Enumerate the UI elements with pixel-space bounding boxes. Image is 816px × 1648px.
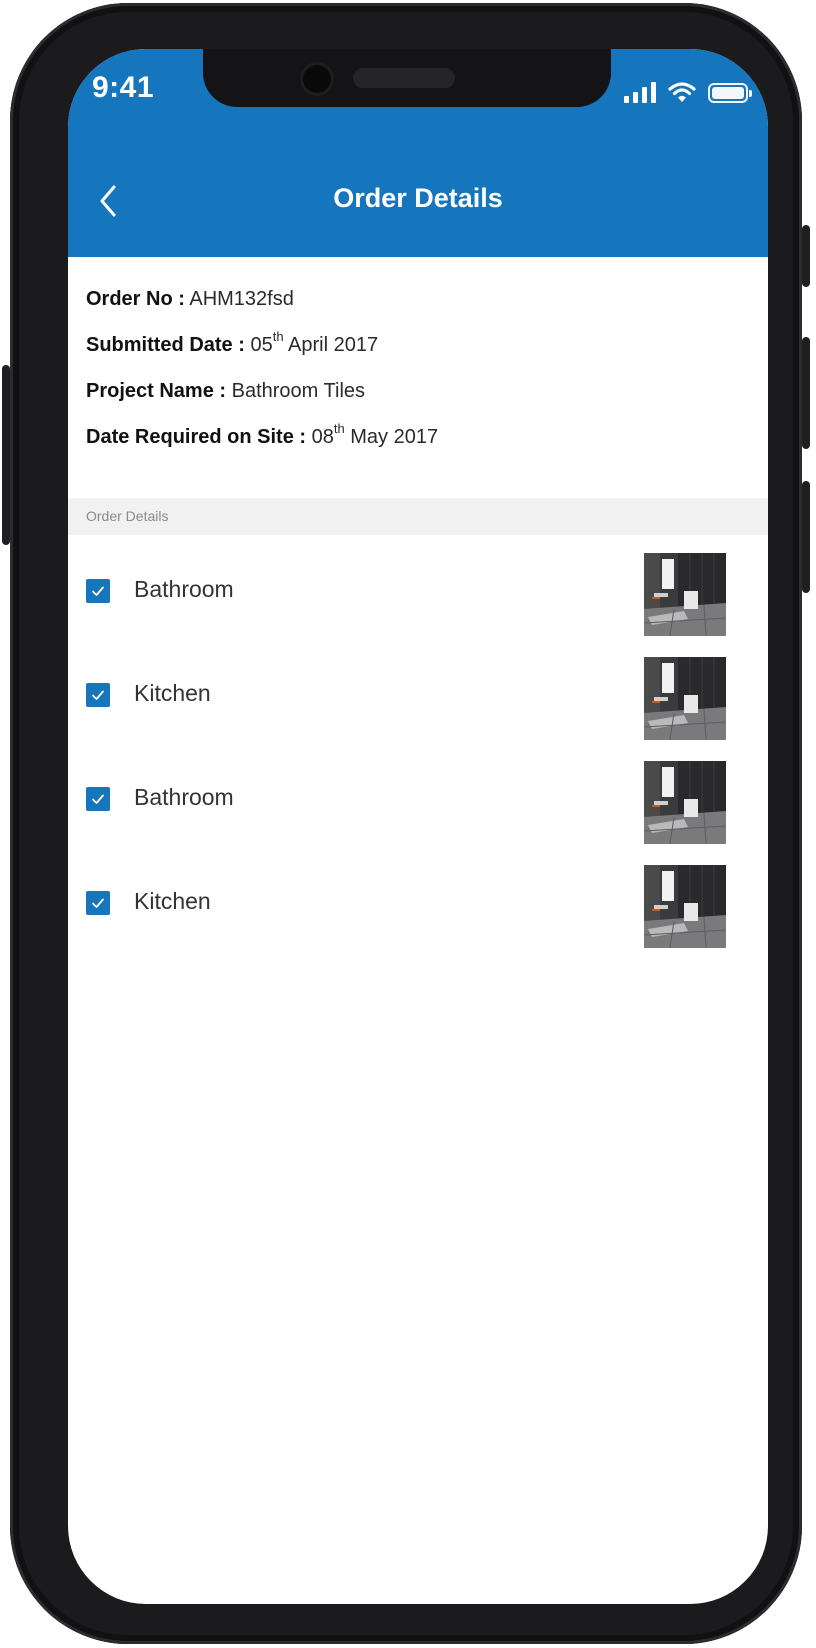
item-checkbox[interactable]	[86, 891, 110, 915]
required-date-value: 08th May 2017	[311, 421, 439, 448]
bathroom-photo-icon	[644, 553, 726, 636]
notch	[203, 49, 611, 107]
item-thumbnail[interactable]	[644, 657, 726, 740]
item-checkbox[interactable]	[86, 787, 110, 811]
required-date-label: Date Required on Site :	[86, 426, 307, 448]
item-thumbnail[interactable]	[644, 761, 726, 844]
checkmark-icon	[92, 898, 104, 908]
checkmark-icon	[92, 586, 104, 596]
item-checkbox[interactable]	[86, 579, 110, 603]
checkmark-icon	[92, 794, 104, 804]
order-items-list: Bathroom Kitchen Bathroom Kitchen	[68, 553, 768, 969]
section-header: Order Details	[68, 498, 768, 535]
list-item[interactable]: Kitchen	[68, 657, 768, 761]
order-number-label: Order No :	[86, 288, 185, 310]
required-date-row: Date Required on Site : 08th May 2017	[86, 421, 439, 469]
phone-side-button	[802, 225, 810, 287]
phone-side-button	[2, 365, 10, 545]
item-thumbnail[interactable]	[644, 553, 726, 636]
app-header: 9:41 Order Details	[68, 49, 768, 257]
item-checkbox[interactable]	[86, 683, 110, 707]
submitted-date-value: 05th April 2017	[250, 329, 379, 356]
front-camera	[300, 62, 334, 96]
phone-frame: 9:41 Order Details Order No: AHM132fsd …	[2, 3, 810, 1644]
project-name-value: Bathroom Tiles	[231, 380, 366, 402]
order-info: Order No : AHM132fsd Submitted Date : 05…	[86, 285, 438, 469]
order-number-value: AHM132fsd	[189, 288, 294, 310]
phone-side-button	[802, 337, 810, 449]
list-item[interactable]: Bathroom	[68, 761, 768, 865]
status-time: 9:41	[92, 71, 155, 104]
list-item[interactable]: Bathroom	[68, 553, 768, 657]
submitted-date-label: Submitted Date :	[86, 334, 245, 356]
project-name-row: Project Name : Bathroom Tiles	[86, 377, 438, 423]
phone-side-button	[802, 481, 810, 593]
status-icons	[624, 77, 752, 103]
earpiece-speaker	[353, 68, 455, 88]
item-label: Bathroom	[134, 784, 234, 810]
bathroom-photo-icon	[644, 761, 726, 844]
battery-icon	[708, 83, 752, 103]
page-title: Order Details	[333, 183, 503, 213]
list-item[interactable]: Kitchen	[68, 865, 768, 969]
section-title: Order Details	[86, 508, 169, 524]
item-label: Bathroom	[134, 576, 234, 602]
project-name-label: Project Name :	[86, 380, 227, 402]
checkmark-icon	[92, 690, 104, 700]
bathroom-photo-icon	[644, 865, 726, 948]
bathroom-photo-icon	[644, 657, 726, 740]
item-label: Kitchen	[134, 888, 211, 914]
item-label: Kitchen	[134, 680, 211, 706]
submitted-date-row: Submitted Date : 05th April 2017	[86, 329, 438, 377]
wifi-icon	[668, 82, 696, 102]
order-number-row: Order No : AHM132fsd	[86, 285, 438, 331]
app-screen: 9:41 Order Details Order No: AHM132fsd …	[68, 49, 768, 1604]
signal-icon	[624, 81, 656, 103]
item-thumbnail[interactable]	[644, 865, 726, 948]
